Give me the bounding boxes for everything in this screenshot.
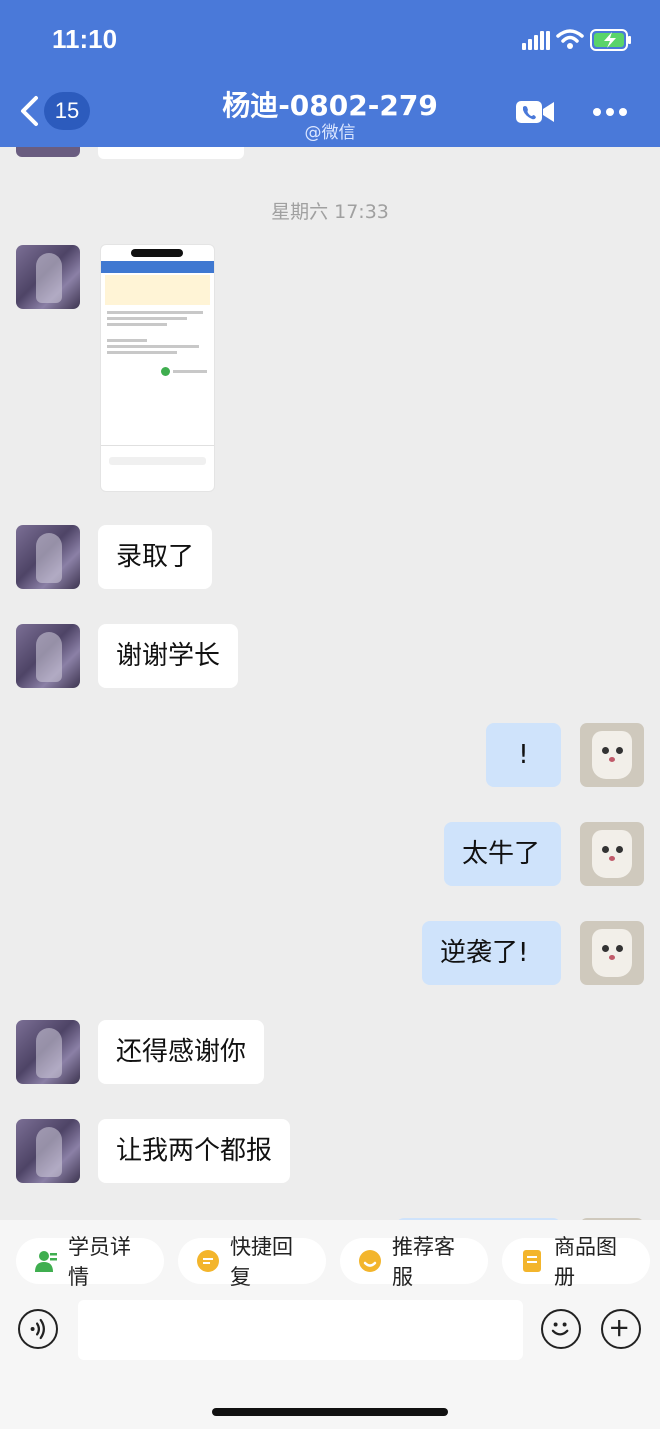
quick-action-label: 推荐客服 [392,1235,455,1289]
image-message-screenshot[interactable] [100,244,215,492]
quick-reply-button[interactable]: 快捷回复 [178,1235,326,1289]
my-avatar[interactable] [580,822,644,886]
battery-charging-icon [590,29,631,51]
message-bubble[interactable]: 谢谢学长 [98,624,239,688]
message-bubble[interactable]: ! [486,723,561,787]
message-input[interactable] [78,1300,523,1360]
message-bubble[interactable]: 让我两个都报 [98,1119,291,1183]
quick-action-label: 商品图册 [554,1235,617,1289]
wifi-icon [556,29,584,49]
more-options-icon[interactable] [592,104,628,120]
contact-avatar[interactable] [16,624,80,688]
product-album-button[interactable]: 商品图册 [502,1235,650,1289]
signal-icon [522,31,550,50]
message-timestamp: 星期六 17:33 [271,201,389,223]
my-avatar[interactable] [580,723,644,787]
avatar[interactable] [16,147,80,157]
message-bubble[interactable]: 录取了 [98,525,213,589]
message-bubble[interactable] [98,147,244,159]
my-avatar[interactable] [580,921,644,985]
top-header: 11:10 15 杨迪-0802-279 @微信 [0,0,660,147]
quick-action-label: 学员详情 [68,1235,131,1289]
contact-avatar[interactable] [16,1119,80,1183]
message-bubble[interactable]: 太牛了 [444,822,561,886]
contact-avatar[interactable] [16,1020,80,1084]
chat-area[interactable]: 星期六 17:33 录取了 谢谢学长 ! 太牛了 逆袭了! 还得感谢你 让我两个… [0,147,660,1220]
student-detail-button[interactable]: 学员详情 [16,1235,164,1289]
message-bubble[interactable]: 逆袭了! [422,921,561,985]
contact-avatar[interactable] [16,245,80,309]
recommend-service-button[interactable]: 推荐客服 [340,1235,488,1289]
home-indicator [212,1408,448,1416]
status-time: 11:10 [52,24,118,54]
product-album-icon [523,1250,541,1272]
chat-subtitle: @微信 [304,123,356,143]
video-call-icon[interactable] [515,98,555,126]
quick-reply-icon [197,1250,219,1272]
emoji-icon[interactable] [541,1309,581,1349]
contact-avatar[interactable] [16,525,80,589]
message-bubble[interactable]: 还得感谢你 [98,1020,265,1084]
voice-input-icon[interactable] [18,1309,58,1349]
student-detail-icon [35,1251,57,1272]
add-attachment-icon[interactable] [601,1309,641,1349]
quick-action-label: 快捷回复 [230,1235,293,1289]
recommend-service-icon [359,1250,381,1272]
bottom-panel: 学员详情 快捷回复 推荐客服 商品图册 [0,1220,660,1429]
